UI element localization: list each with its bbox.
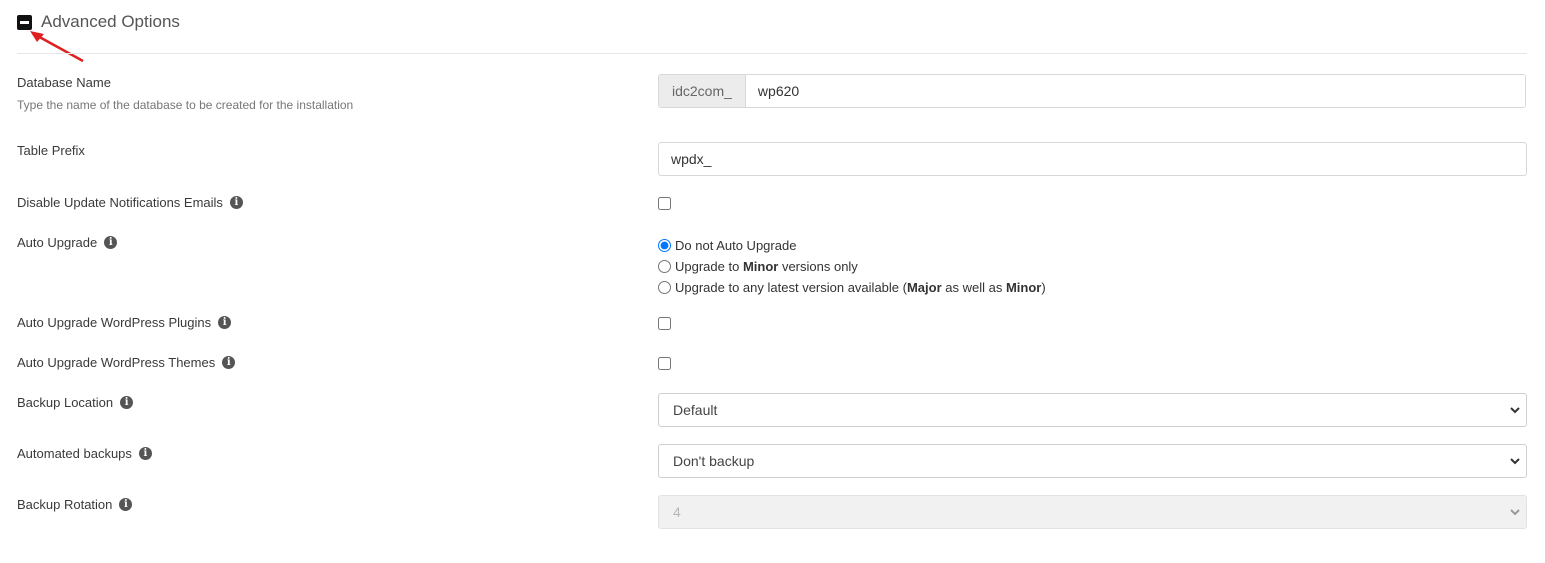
database-name-help: Type the name of the database to be crea… (17, 98, 354, 112)
auto-upgrade-radio-none[interactable] (658, 239, 671, 252)
info-icon[interactable]: i (104, 236, 118, 249)
divider (17, 53, 1527, 54)
info-icon[interactable]: i (222, 356, 236, 369)
table-prefix-input[interactable] (658, 142, 1527, 176)
backup-location-select[interactable]: Default (658, 393, 1527, 427)
table-prefix-label: Table Prefix (17, 143, 85, 158)
database-name-input-group: idc2com_ (658, 74, 1526, 108)
auto-upgrade-themes-checkbox[interactable] (658, 357, 671, 370)
auto-upgrade-themes-label: Auto Upgrade WordPress Themes i (17, 355, 236, 370)
auto-upgrade-plugins-label: Auto Upgrade WordPress Plugins i (17, 315, 232, 330)
info-icon[interactable]: i (229, 196, 243, 209)
red-arrow-annotation (30, 31, 84, 63)
disable-update-emails-label: Disable Update Notifications Emails i (17, 195, 243, 210)
backup-location-label: Backup Location i (17, 395, 134, 410)
auto-upgrade-radio-minor[interactable] (658, 260, 671, 273)
auto-upgrade-radio-any[interactable] (658, 281, 671, 294)
auto-upgrade-label: Auto Upgrade i (17, 235, 118, 250)
database-prefix-addon: idc2com_ (659, 75, 746, 107)
database-name-input[interactable] (745, 75, 1525, 107)
auto-upgrade-plugins-checkbox[interactable] (658, 317, 671, 330)
info-icon[interactable]: i (138, 447, 152, 460)
auto-upgrade-option-minor[interactable]: Upgrade to Minor versions only (658, 259, 858, 274)
auto-upgrade-option-any[interactable]: Upgrade to any latest version available … (658, 280, 1046, 295)
backup-rotation-label: Backup Rotation i (17, 497, 133, 512)
automated-backups-label: Automated backups i (17, 446, 152, 461)
database-name-label: Database Name (17, 75, 111, 90)
auto-upgrade-option-none[interactable]: Do not Auto Upgrade (658, 238, 796, 253)
info-icon[interactable]: i (218, 316, 232, 329)
info-icon[interactable]: i (119, 498, 133, 511)
disable-update-emails-checkbox[interactable] (658, 197, 671, 210)
info-icon[interactable]: i (120, 396, 134, 409)
backup-rotation-select[interactable]: 4 (658, 495, 1527, 529)
automated-backups-select[interactable]: Don't backup (658, 444, 1527, 478)
